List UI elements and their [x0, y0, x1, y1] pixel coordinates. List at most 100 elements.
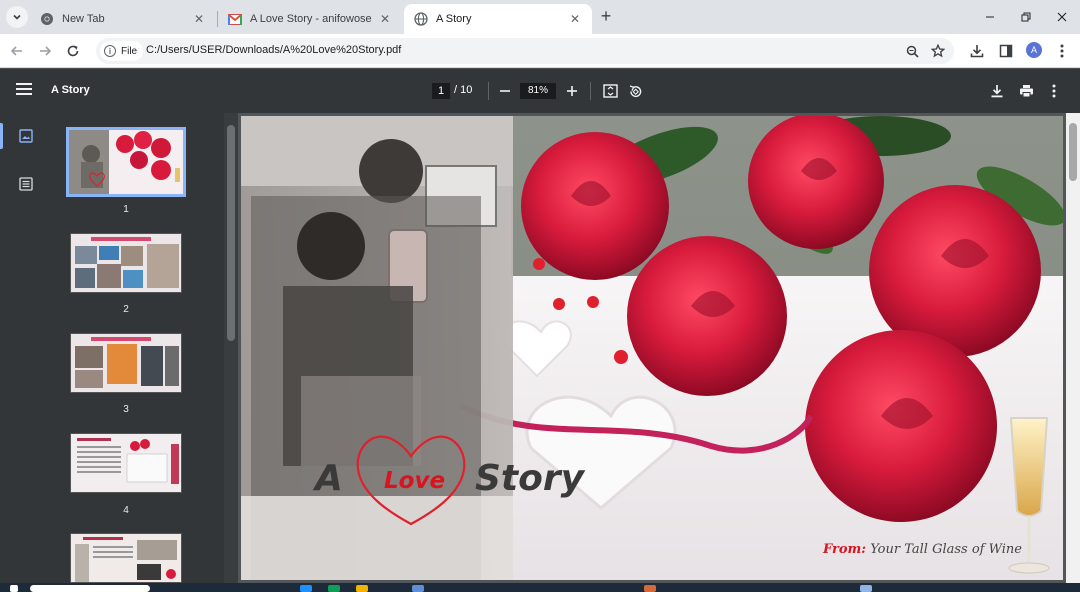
info-icon: i	[104, 45, 116, 57]
rotate-button[interactable]	[625, 81, 645, 101]
close-tab-icon[interactable]: ✕	[192, 12, 206, 26]
tab-gmail[interactable]: A Love Story - anifowosedebora ✕	[218, 4, 402, 34]
scrollbar-thumb[interactable]	[227, 125, 235, 341]
thumbnail-page-number: 3	[123, 404, 129, 415]
outline-view-button[interactable]	[14, 172, 38, 196]
zoom-out-button[interactable]	[495, 81, 515, 101]
tab-title: A Story	[436, 13, 472, 25]
taskbar-tray-icon[interactable]	[860, 585, 872, 592]
close-icon	[1057, 12, 1067, 22]
tab-title: New Tab	[62, 13, 105, 25]
taskbar-app-icon[interactable]	[328, 585, 340, 592]
print-icon	[1019, 85, 1033, 98]
globe-icon	[414, 12, 428, 26]
pdf-toolbar: A Story 1 / 10 81%	[0, 69, 1080, 113]
profile-avatar[interactable]: A	[1026, 42, 1042, 58]
thumbnail-image	[71, 434, 181, 492]
taskbar-app-icon[interactable]	[644, 585, 656, 592]
arrow-left-icon	[10, 46, 22, 56]
cover-word-story: Story	[475, 458, 585, 499]
taskbar-app-icon[interactable]	[356, 585, 368, 592]
toolbar-divider	[488, 82, 489, 100]
tab-strip: New Tab ✕ A Love Story - anifowosedebora…	[0, 0, 1080, 34]
page-thumbnail[interactable]	[66, 127, 186, 197]
url-text[interactable]: C:/Users/USER/Downloads/A%20Love%20Story…	[146, 44, 401, 56]
bookmark-star-icon[interactable]	[928, 41, 948, 61]
close-tab-icon[interactable]: ✕	[568, 12, 582, 26]
back-button[interactable]	[5, 39, 29, 63]
minimize-icon	[986, 16, 994, 18]
taskbar-search-box[interactable]	[30, 585, 150, 592]
page-thumbnail[interactable]	[70, 333, 182, 393]
thumbnails-view-button[interactable]	[14, 124, 38, 148]
site-info-label: File	[121, 45, 138, 57]
taskbar-app-icon[interactable]	[300, 585, 312, 592]
more-actions-button[interactable]	[1044, 81, 1064, 101]
sidebar-scrollbar[interactable]	[224, 113, 238, 583]
pdf-viewport: A Love Story From: Your Tall Glass of Wi…	[238, 113, 1080, 583]
cover-word-love: Love	[384, 468, 446, 494]
thumbnail-image	[71, 334, 181, 392]
download-button[interactable]	[987, 81, 1007, 101]
cover-word-a: A	[315, 458, 343, 499]
outline-list-icon	[19, 177, 33, 191]
scrollbar-thumb[interactable]	[1069, 123, 1077, 181]
site-info-chip[interactable]: i File	[100, 41, 144, 61]
close-window-button[interactable]	[1050, 6, 1074, 28]
zoom-level-input[interactable]: 81%	[520, 83, 556, 99]
forward-button[interactable]	[33, 39, 57, 63]
side-panel-icon[interactable]	[996, 41, 1016, 61]
page-thumbnail[interactable]	[70, 433, 182, 493]
thumbnail-page-number: 4	[123, 505, 129, 516]
minimize-button[interactable]	[978, 6, 1002, 28]
reload-icon	[67, 45, 79, 57]
document-title: A Story	[51, 84, 90, 96]
restore-icon	[1021, 12, 1031, 22]
kebab-menu-icon[interactable]	[1052, 41, 1072, 61]
tab-search-button[interactable]	[6, 6, 28, 28]
page-thumbnail[interactable]	[70, 533, 182, 583]
page-total: / 10	[454, 84, 473, 96]
toolbar-divider	[590, 82, 591, 100]
page-thumbnail[interactable]	[70, 233, 182, 293]
fit-to-page-button[interactable]	[600, 81, 620, 101]
download-icon	[991, 85, 1003, 98]
minus-icon	[500, 90, 510, 92]
thumbnail-page-number: 2	[123, 304, 129, 315]
tab-title: A Love Story - anifowosedebora	[250, 13, 372, 25]
plus-icon	[567, 86, 577, 96]
kebab-menu-icon	[1052, 84, 1056, 98]
chrome-icon	[40, 12, 54, 26]
fit-page-icon	[602, 84, 618, 98]
thumbnail-image	[71, 534, 181, 582]
image-thumbnail-icon	[19, 129, 33, 143]
pdf-page: A Love Story From: Your Tall Glass of Wi…	[241, 116, 1063, 580]
page-scrollbar[interactable]	[1066, 113, 1080, 583]
page-number-input[interactable]: 1	[432, 83, 450, 99]
downloads-icon[interactable]	[967, 41, 987, 61]
reload-button[interactable]	[61, 39, 85, 63]
cover-credit: From: Your Tall Glass of Wine	[823, 542, 1022, 557]
close-tab-icon[interactable]: ✕	[378, 12, 392, 26]
new-tab-button[interactable]: +	[596, 7, 616, 27]
cover-page-artwork	[241, 116, 1063, 580]
thumbnail-image	[71, 234, 181, 292]
tab-a-story[interactable]: A Story ✕	[404, 4, 592, 34]
active-indicator	[0, 123, 3, 149]
print-button[interactable]	[1016, 81, 1036, 101]
taskbar-app-icon[interactable]	[412, 585, 424, 592]
sidebar-rail	[0, 113, 52, 583]
address-bar[interactable]: i File C:/Users/USER/Downloads/A%20Love%…	[96, 38, 954, 64]
hamburger-menu-icon[interactable]	[16, 82, 34, 100]
chevron-down-icon	[13, 14, 21, 20]
thumbnail-page-number: 1	[123, 204, 129, 215]
rotate-icon	[629, 84, 641, 97]
zoom-in-button[interactable]	[562, 81, 582, 101]
zoom-icon[interactable]	[902, 41, 922, 61]
tab-new-tab[interactable]: New Tab ✕	[30, 4, 216, 34]
arrow-right-icon	[40, 46, 52, 56]
start-icon[interactable]	[10, 585, 18, 592]
windows-taskbar	[0, 583, 1080, 592]
restore-button[interactable]	[1014, 6, 1038, 28]
browser-toolbar: i File C:/Users/USER/Downloads/A%20Love%…	[0, 34, 1080, 68]
